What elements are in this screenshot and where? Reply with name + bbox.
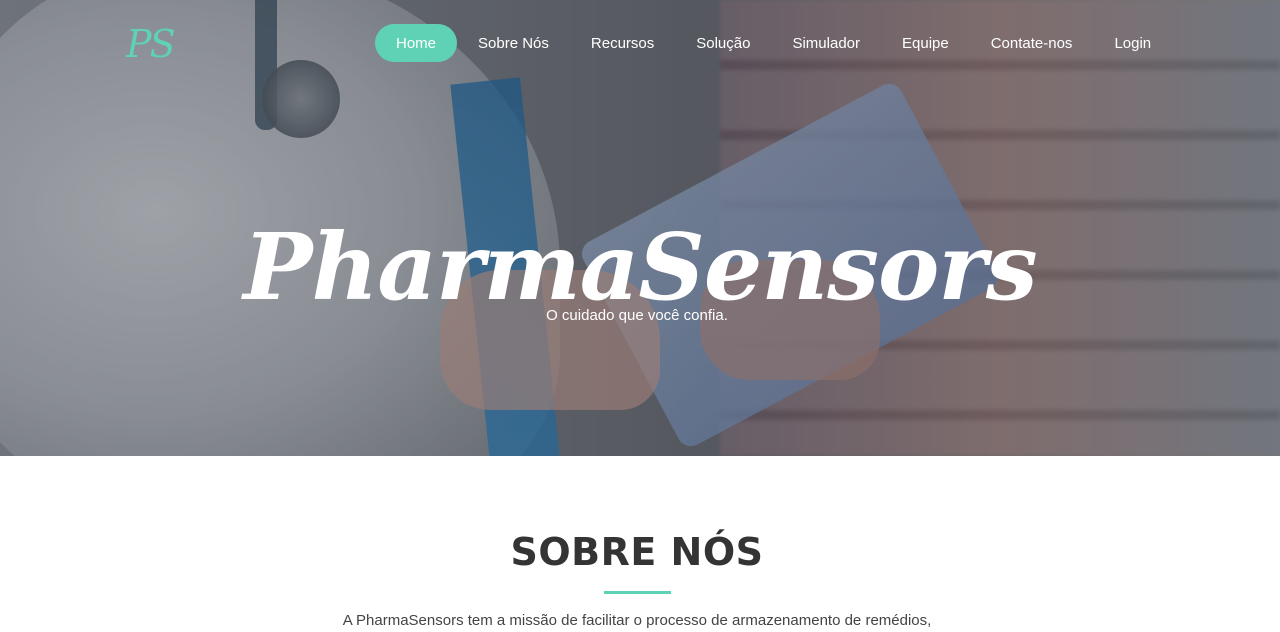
nav-item-login[interactable]: Login [1093, 24, 1172, 62]
hero-section: PS Home Sobre Nós Recursos Solução Simul… [0, 0, 1280, 456]
nav-item-home[interactable]: Home [375, 24, 458, 62]
about-divider [604, 591, 671, 594]
nav-item-sobre-nos[interactable]: Sobre Nós [457, 24, 570, 62]
nav-item-equipe[interactable]: Equipe [881, 24, 970, 62]
hero-title: PharmaSensors [243, 212, 1037, 321]
nav-item-contate-nos[interactable]: Contate-nos [970, 24, 1094, 62]
about-section: SOBRE NÓS A PharmaSensors tem a missão d… [0, 456, 1280, 632]
main-nav: Home Sobre Nós Recursos Solução Simulado… [375, 24, 1172, 62]
nav-item-solucao[interactable]: Solução [675, 24, 771, 62]
hero-subtitle: O cuidado que você confia. [546, 307, 728, 324]
nav-item-simulador[interactable]: Simulador [771, 24, 881, 62]
about-title: SOBRE NÓS [510, 530, 764, 574]
nav-item-recursos[interactable]: Recursos [570, 24, 675, 62]
navbar: PS Home Sobre Nós Recursos Solução Simul… [0, 0, 1280, 86]
brand-logo[interactable]: PS [126, 22, 176, 66]
about-text: A PharmaSensors tem a missão de facilita… [342, 612, 932, 629]
